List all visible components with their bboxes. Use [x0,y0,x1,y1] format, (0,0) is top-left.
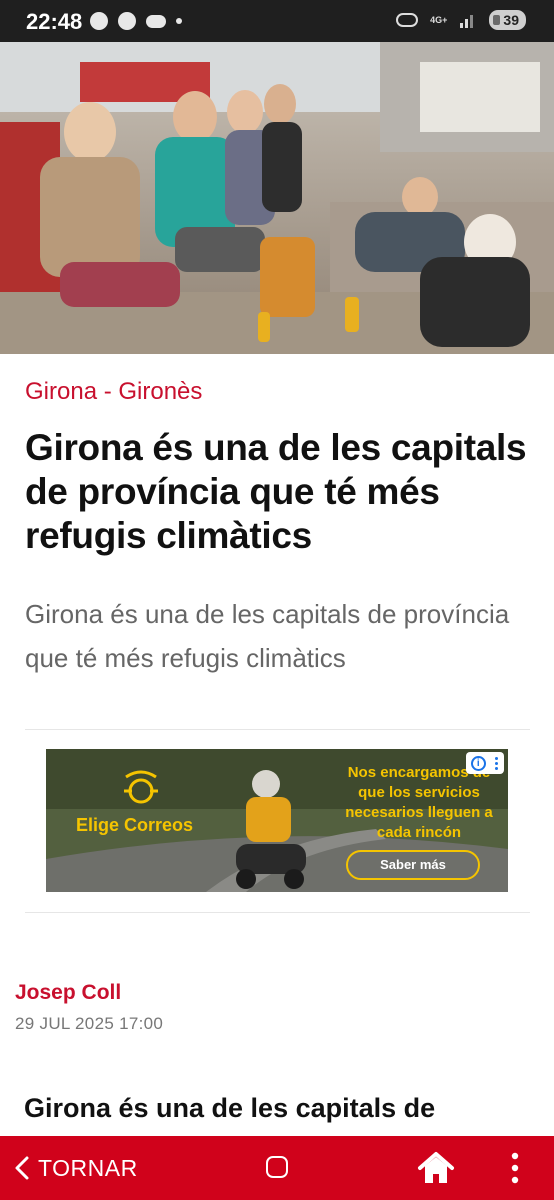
ad-info-icon[interactable]: i [470,755,486,771]
network-type: 4G+ [430,15,448,25]
article-author[interactable]: Josep Coll [15,981,121,1005]
more-vertical-icon[interactable] [505,1150,525,1186]
ad-choices[interactable]: i [466,752,504,774]
ad-text: Nos encargamos de que los servicios nece… [345,764,493,841]
bottom-navigation-bar: TORNAR [0,1136,554,1200]
chrome-icon [118,12,136,30]
system-home-icon[interactable] [266,1156,288,1178]
more-notifications-dot-icon [176,18,182,24]
ad-menu-icon[interactable] [495,756,499,770]
article-category[interactable]: Girona - Gironès [25,378,202,406]
cloud-icon [146,14,166,28]
battery-indicator: 39 [489,10,526,30]
status-time: 22:48 [26,9,83,34]
article-headline: Girona és una de les capitals de provínc… [25,427,527,556]
advertisement-banner[interactable]: Elige Correos Nos encargamos de que los … [46,749,508,892]
ad-cta-button[interactable]: Saber más [346,850,480,880]
article-date: 29 JUL 2025 17:00 [15,1014,164,1033]
chevron-left-icon [15,1156,29,1180]
ad-brand: Elige Correos [76,815,194,835]
vpn-key-icon [396,13,419,27]
back-button[interactable]: TORNAR [14,1152,138,1184]
system-icons: 4G+ 39 [396,10,526,30]
photo-young-people-refuge-icon [0,42,554,354]
notification-icons [90,12,182,30]
divider [25,729,530,730]
divider [25,912,530,913]
article-body-heading: Girona és una de les capitals de [24,1093,436,1123]
status-bar: 22:48 4G+ 39 [0,0,554,42]
correos-logo-icon [124,770,158,804]
back-label: TORNAR [38,1154,138,1181]
article-subtitle: Girona és una de les capitals de provínc… [25,599,510,673]
signal-icon [460,15,474,28]
hero-image[interactable] [0,42,554,354]
notification-app-icon [90,12,108,30]
home-icon[interactable] [417,1150,455,1186]
